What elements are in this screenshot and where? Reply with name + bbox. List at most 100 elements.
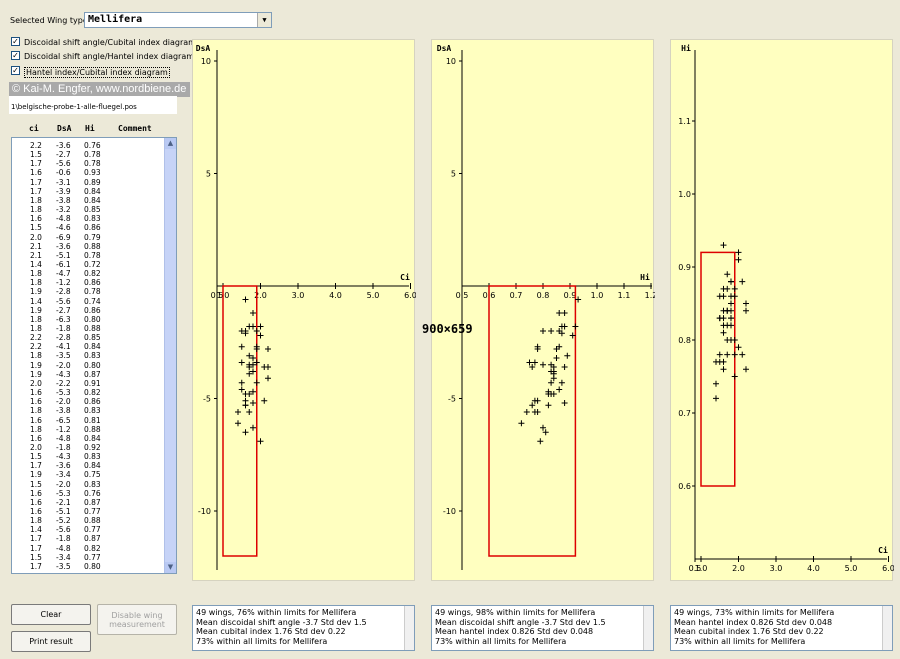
cell-dsa: -0.6 xyxy=(56,168,71,178)
scroll-down-icon[interactable]: ▼ xyxy=(165,562,176,573)
y-axis-label: Hi xyxy=(681,43,691,53)
checkbox-hi-ci[interactable]: ✓ xyxy=(11,66,20,75)
result-line: 73% within all limits for Mellifera xyxy=(435,636,567,646)
cell-dsa: -1.8 xyxy=(56,534,71,544)
cell-dsa: -4.1 xyxy=(56,342,71,352)
clear-button[interactable]: Clear xyxy=(11,604,91,625)
data-point xyxy=(728,300,734,307)
data-point xyxy=(250,424,256,431)
col-header-ci: ci xyxy=(29,124,39,133)
cell-hi: 0.83 xyxy=(84,351,101,361)
data-point xyxy=(523,409,530,415)
data-point xyxy=(720,329,727,336)
cell-ci: 1.4 xyxy=(30,259,42,269)
cell-ci: 1.9 xyxy=(30,287,42,297)
data-point xyxy=(728,278,734,285)
cell-ci: 1.5 xyxy=(30,223,42,233)
cell-ci: 1.9 xyxy=(30,305,42,315)
data-point xyxy=(265,375,271,382)
cell-ci: 1.6 xyxy=(30,488,42,498)
cell-hi: 0.83 xyxy=(84,214,101,224)
disable-measurement-button[interactable]: Disable wing measurement xyxy=(97,604,177,635)
result-line: 49 wings, 73% within limits for Mellifer… xyxy=(674,608,835,617)
cell-hi: 0.92 xyxy=(84,442,101,452)
list-scrollbar[interactable]: ▲ ▼ xyxy=(164,138,176,573)
checkbox-dsa-ci[interactable]: ✓ xyxy=(11,37,20,46)
x-tick-label: 1.1 xyxy=(618,291,631,300)
cell-dsa: -3.5 xyxy=(56,351,71,361)
result-scrollbar[interactable] xyxy=(404,606,414,650)
cell-hi: 0.77 xyxy=(84,525,101,535)
data-point xyxy=(743,366,749,373)
cell-ci: 1.6 xyxy=(30,168,42,178)
checkbox-dsa-hi[interactable]: ✓ xyxy=(11,51,20,60)
data-point xyxy=(724,271,731,278)
y-tick-label: 0.8 xyxy=(678,336,691,345)
y-tick-label: -10 xyxy=(443,507,456,516)
result-scrollbar[interactable] xyxy=(643,606,653,650)
print-result-button[interactable]: Print result xyxy=(11,631,91,652)
data-point xyxy=(250,400,256,406)
option-label-dsa-ci: Discoidal shift angle/Cubital index diag… xyxy=(24,38,196,47)
cell-hi: 0.84 xyxy=(84,186,101,196)
result-box-dsa-hi: 49 wings, 98% within limits for Mellifer… xyxy=(431,605,654,651)
x-tick-label: 4.0 xyxy=(329,291,342,300)
data-point xyxy=(529,364,536,370)
cell-hi: 0.85 xyxy=(84,205,101,215)
x-tick-label: 5.0 xyxy=(367,291,380,300)
cell-dsa: -3.8 xyxy=(56,195,71,205)
cell-dsa: -5.3 xyxy=(56,488,71,498)
cell-ci: 1.8 xyxy=(30,406,42,416)
chart-panel-hi-ci: Hi Ci 1.1 1.0 0.9 0.8 0.7 0.6 0.5 1.0 2.0 3.0 4.0 5.0… xyxy=(670,39,894,581)
cell-ci: 1.7 xyxy=(30,186,42,196)
cell-dsa: -2.1 xyxy=(56,497,71,507)
scroll-up-icon[interactable]: ▲ xyxy=(165,138,176,149)
x-tick-label: 3.0 xyxy=(292,291,305,300)
col-header-dsa: DsA xyxy=(57,124,72,133)
cell-ci: 1.7 xyxy=(30,534,42,544)
result-scrollbar[interactable] xyxy=(882,606,892,650)
cell-hi: 0.80 xyxy=(84,314,101,324)
chevron-down-icon[interactable]: ▼ xyxy=(257,13,271,27)
y-tick-label: -5 xyxy=(448,395,456,404)
data-point xyxy=(553,355,560,361)
data-point xyxy=(548,379,555,386)
cell-dsa: -2.8 xyxy=(56,287,71,297)
cell-hi: 0.83 xyxy=(84,406,101,416)
x-tick-label: 1.0 xyxy=(695,564,708,573)
data-point xyxy=(572,323,579,330)
y-tick-label: 1.1 xyxy=(678,117,691,126)
cell-hi: 0.84 xyxy=(84,461,101,471)
measurement-list[interactable]: ▲ ▼ 2.2 -3.6 0.76 1.5 -2.7 0.78 1.7 -5.6 0.78 1.6… xyxy=(11,137,177,574)
data-point xyxy=(242,296,249,303)
data-point xyxy=(739,278,746,285)
option-label-hi-ci: Hantel index/Cubital index diagram xyxy=(24,67,170,78)
data-point xyxy=(246,323,253,330)
x-tick-label: 6.0 xyxy=(882,564,894,573)
data-point xyxy=(731,351,738,358)
wing-type-select[interactable]: Mellifera ▼ xyxy=(84,12,272,28)
cell-hi: 0.79 xyxy=(84,232,101,242)
data-point xyxy=(250,310,256,316)
data-point xyxy=(540,424,546,431)
chart-panel-dsa-hi: DsA Hi 10 5 -5 -10 0.5 0.6 0.7 0.8 0.9 1.0 1.1 1.2 xyxy=(431,39,655,581)
result-line: Mean hantel index 0.826 Std dev 0.048 xyxy=(674,617,833,627)
cell-hi: 0.87 xyxy=(84,497,101,507)
data-point xyxy=(561,310,568,316)
cell-ci: 1.8 xyxy=(30,195,42,205)
cell-dsa: -2.2 xyxy=(56,378,71,388)
cell-dsa: -3.2 xyxy=(56,205,71,215)
cell-hi: 0.81 xyxy=(84,415,101,425)
cell-dsa: -6.1 xyxy=(56,259,71,269)
result-line: 49 wings, 98% within limits for Mellifer… xyxy=(435,608,596,617)
cell-hi: 0.77 xyxy=(84,507,101,516)
y-tick-label: -5 xyxy=(203,395,211,404)
cell-ci: 1.8 xyxy=(30,516,42,526)
cell-dsa: -5.6 xyxy=(56,296,71,306)
cell-ci: 1.6 xyxy=(30,397,42,407)
cell-hi: 0.78 xyxy=(84,287,101,297)
cell-hi: 0.74 xyxy=(84,296,101,306)
cell-dsa: -5.1 xyxy=(56,507,71,516)
dsa-hi-chart: DsAHi105-5-100.5 0.6 0.7 0.8 0.9 1.0 1.1 1.2 xyxy=(437,44,655,570)
y-tick-label: 10 xyxy=(446,57,456,66)
